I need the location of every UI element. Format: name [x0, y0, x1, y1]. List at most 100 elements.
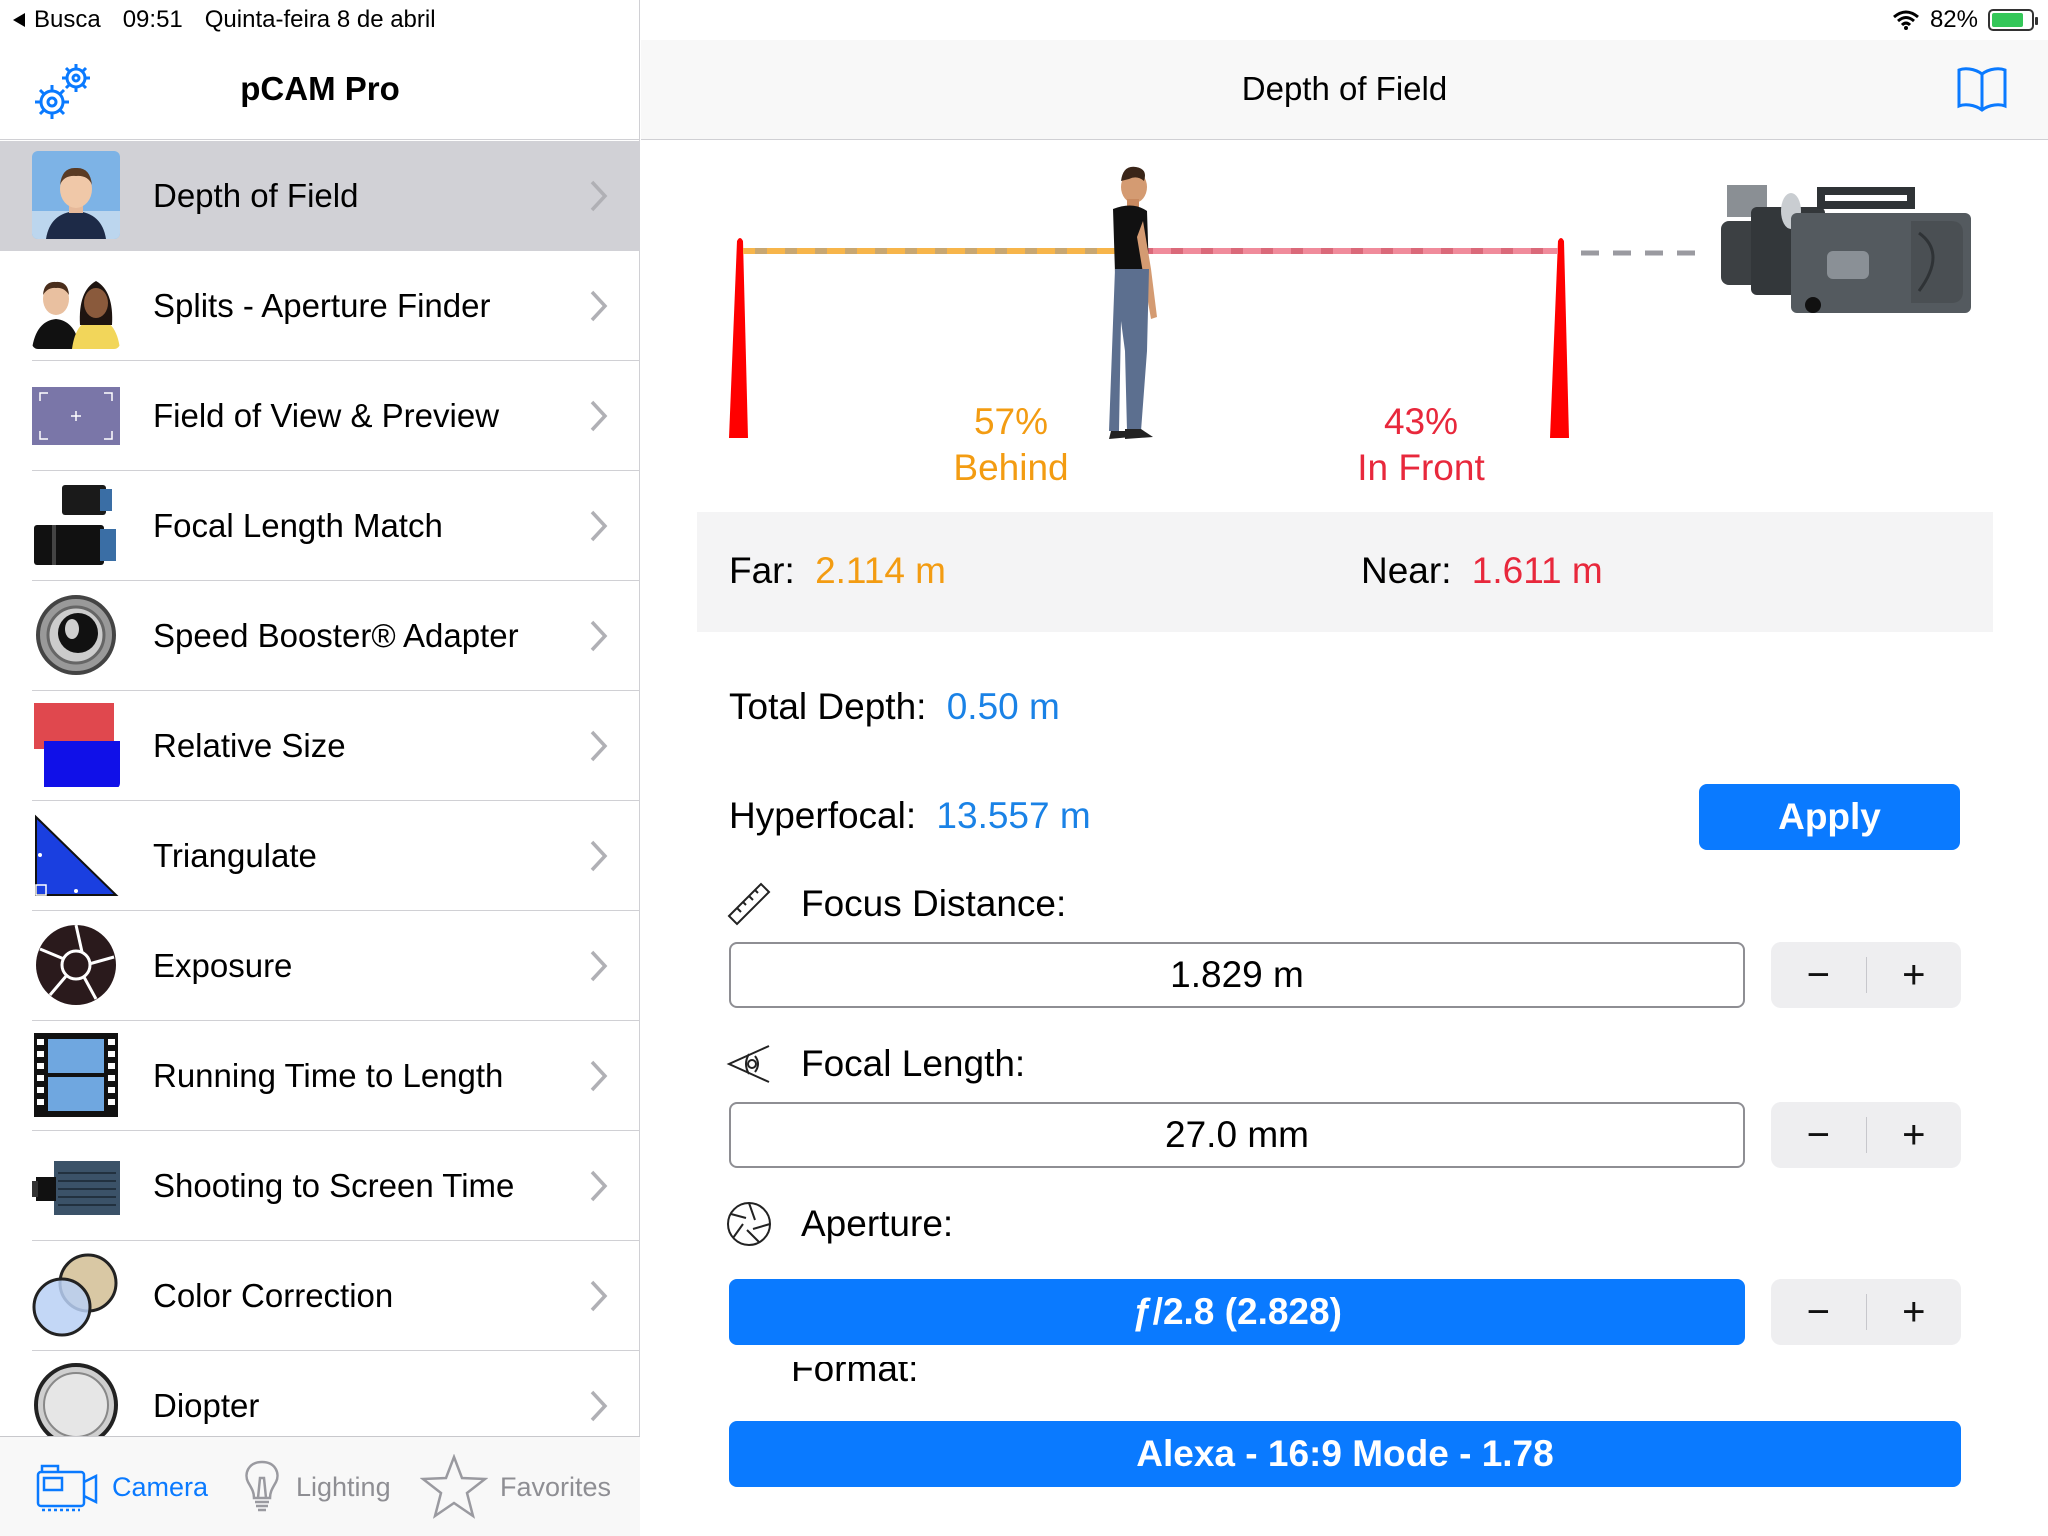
- menu-item-label: Speed Booster® Adapter: [153, 617, 519, 654]
- menu-item-triangulate[interactable]: Triangulate: [0, 801, 640, 911]
- menu-item-splits-aperture-finder[interactable]: Splits - Aperture Finder: [0, 251, 640, 361]
- chevron-right-icon: [590, 400, 608, 432]
- far-near-panel: Far: 2.114 m Near: 1.611 m: [697, 512, 1993, 632]
- behind-percentage: 57% Behind: [841, 399, 1181, 491]
- increment-button[interactable]: +: [1867, 1279, 1962, 1345]
- film-camera: [1721, 185, 1971, 313]
- format-heading: Format:: [725, 1362, 918, 1386]
- status-date: Quinta-feira 8 de abril: [204, 6, 436, 33]
- tab-favorites[interactable]: Favorites: [420, 1447, 611, 1527]
- lenses-icon: [32, 481, 120, 569]
- chevron-right-icon: [590, 840, 608, 872]
- menu-item-focal-length-match[interactable]: Focal Length Match: [0, 471, 640, 581]
- menu-item-label: Shooting to Screen Time: [153, 1167, 515, 1204]
- aperture-field[interactable]: ƒ/2.8 (2.828): [729, 1279, 1745, 1345]
- book-icon[interactable]: [1956, 64, 2008, 112]
- chevron-right-icon: [590, 950, 608, 982]
- aperture-heading: Aperture:: [725, 1200, 953, 1248]
- chevron-right-icon: [590, 1170, 608, 1202]
- increment-button[interactable]: +: [1867, 1102, 1962, 1168]
- camera-body-icon: [32, 1141, 120, 1229]
- tab-label: Favorites: [500, 1471, 612, 1502]
- front-percent-value: 43%: [1383, 401, 1459, 442]
- back-triangle-icon: [13, 13, 25, 27]
- aperture-icon: [727, 1202, 771, 1246]
- far-readout: Far: 2.114 m: [729, 550, 946, 592]
- menu-item-diopter[interactable]: Diopter: [0, 1351, 640, 1436]
- menu-item-relative-size[interactable]: Relative Size: [0, 691, 640, 801]
- two-people-icon: [32, 261, 120, 349]
- menu-item-exposure[interactable]: Exposure: [0, 911, 640, 1021]
- menu-item-speed-booster-adapter[interactable]: Speed Booster® Adapter: [0, 581, 640, 691]
- menu-item-depth-of-field[interactable]: Depth of Field: [0, 141, 640, 251]
- total-depth-label: Total Depth:: [729, 686, 927, 727]
- back-to-app-button[interactable]: Busca: [12, 6, 101, 34]
- format-label: Format:: [791, 1362, 919, 1386]
- viewfinder-icon: [32, 371, 120, 459]
- color-filters-icon: [32, 1251, 120, 1339]
- wifi-icon: [1892, 10, 1919, 30]
- focal-length-field[interactable]: 27.0 mm: [729, 1102, 1745, 1168]
- dof-diagram: 57% Behind 43% In Front: [641, 141, 2048, 501]
- near-readout: Near: 1.611 m: [1361, 550, 1603, 592]
- camera-icon: [36, 1464, 98, 1512]
- focal-length-heading: Focal Length:: [725, 1040, 1025, 1088]
- hyperfocal-label: Hyperfocal:: [729, 795, 917, 836]
- chevron-right-icon: [590, 1280, 608, 1312]
- near-value: 1.611 m: [1471, 550, 1603, 591]
- aperture-icon: [32, 921, 120, 1009]
- tab-bar: Camera Lighting Favorites: [0, 1436, 640, 1536]
- focus-distance-stepper: − +: [1771, 942, 1961, 1008]
- page-title: Depth of Field: [1241, 70, 1448, 107]
- chevron-right-icon: [590, 620, 608, 652]
- aperture-stepper: − +: [1771, 1279, 1961, 1345]
- menu-item-field-of-view[interactable]: Field of View & Preview: [0, 361, 640, 471]
- chevron-right-icon: [590, 1060, 608, 1092]
- focal-length-stepper: − +: [1771, 1102, 1961, 1168]
- behind-label: Behind: [953, 447, 1069, 488]
- menu-item-running-time-to-length[interactable]: Running Time to Length: [0, 1021, 640, 1131]
- hyperfocal-readout: Hyperfocal: 13.557 m: [729, 795, 1091, 837]
- format-selector-button[interactable]: Alexa - 16:9 Mode - 1.78: [729, 1421, 1961, 1487]
- focus-distance-label: Focus Distance:: [801, 883, 1067, 924]
- menu-item-color-correction[interactable]: Color Correction: [0, 1241, 640, 1351]
- menu-item-label: Diopter: [153, 1387, 260, 1424]
- tab-lighting[interactable]: Lighting: [240, 1447, 391, 1527]
- apply-button[interactable]: Apply: [1699, 784, 1960, 850]
- total-depth-value: 0.50 m: [946, 686, 1060, 727]
- battery-icon: [1988, 9, 2038, 31]
- focus-distance-field[interactable]: 1.829 m: [729, 942, 1745, 1008]
- decrement-button[interactable]: −: [1771, 1279, 1866, 1345]
- chevron-right-icon: [590, 730, 608, 762]
- tab-camera[interactable]: Camera: [34, 1447, 208, 1527]
- chevron-right-icon: [590, 290, 608, 322]
- sidebar-title: pCAM Pro: [240, 70, 400, 107]
- behind-percent-value: 57%: [973, 401, 1049, 442]
- lightbulb-icon: [245, 1460, 279, 1512]
- tool-list: Depth of Field Splits - Aperture Finder: [0, 141, 640, 1436]
- menu-item-label: Depth of Field: [153, 177, 359, 214]
- decrement-button[interactable]: −: [1771, 1102, 1866, 1168]
- far-marker: [729, 238, 748, 438]
- detail-pane: Depth of Field 57% Behind 43% In Front F…: [641, 0, 2048, 1536]
- menu-item-label: Color Correction: [153, 1277, 394, 1314]
- front-percentage: 43% In Front: [1251, 399, 1591, 491]
- menu-item-label: Triangulate: [153, 837, 317, 874]
- increment-button[interactable]: +: [1867, 942, 1962, 1008]
- focus-distance-heading: Focus Distance:: [725, 880, 1066, 928]
- front-label: In Front: [1357, 447, 1485, 488]
- menu-item-label: Field of View & Preview: [153, 397, 500, 434]
- menu-item-label: Exposure: [153, 947, 293, 984]
- detail-header: Depth of Field: [641, 40, 2048, 140]
- menu-item-label: Relative Size: [153, 727, 346, 764]
- back-label: Busca: [34, 6, 101, 33]
- tab-label: Camera: [112, 1471, 209, 1502]
- near-label: Near:: [1361, 550, 1452, 591]
- sidebar-header: pCAM Pro: [0, 40, 640, 140]
- lens-adapter-icon: [32, 591, 120, 679]
- star-icon: [420, 1454, 488, 1519]
- menu-item-shooting-to-screen-time[interactable]: Shooting to Screen Time: [0, 1131, 640, 1241]
- diopter-lens-icon: [32, 1361, 120, 1436]
- status-time: 09:51: [122, 6, 183, 33]
- decrement-button[interactable]: −: [1771, 942, 1866, 1008]
